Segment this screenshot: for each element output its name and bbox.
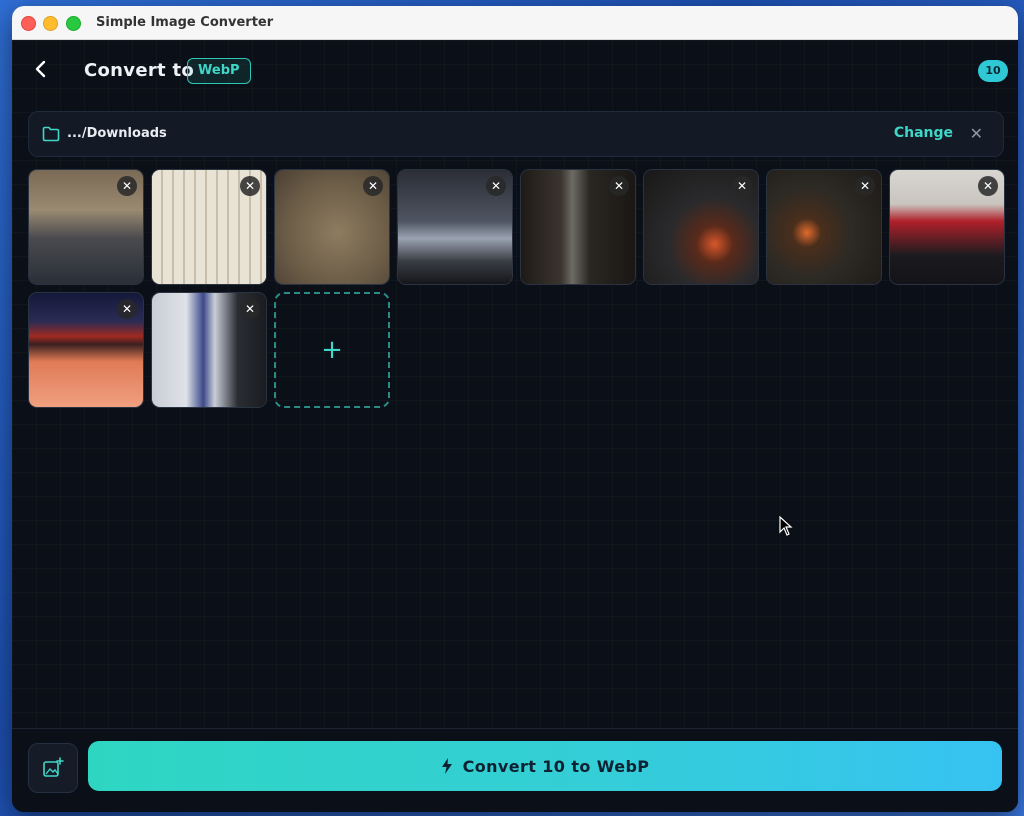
mouse-cursor-icon bbox=[779, 516, 793, 536]
image-thumbnail[interactable]: ✕ bbox=[889, 169, 1005, 285]
chevron-left-icon bbox=[35, 60, 46, 78]
image-thumbnail[interactable]: ✕ bbox=[397, 169, 513, 285]
image-thumbnail[interactable]: ✕ bbox=[520, 169, 636, 285]
remove-image-button[interactable]: ✕ bbox=[486, 176, 506, 196]
lightning-icon bbox=[441, 758, 452, 774]
folder-icon bbox=[42, 126, 60, 142]
remove-image-button[interactable]: ✕ bbox=[732, 176, 752, 196]
close-window-button[interactable] bbox=[21, 16, 36, 31]
minimize-window-button[interactable] bbox=[43, 16, 58, 31]
main-content: Convert to WebP 10 .../Downloads Change … bbox=[12, 40, 1018, 812]
window-title: Simple Image Converter bbox=[96, 15, 274, 30]
remove-image-button[interactable]: ✕ bbox=[117, 176, 137, 196]
remove-image-button[interactable]: ✕ bbox=[855, 176, 875, 196]
convert-button[interactable]: Convert 10 to WebP bbox=[88, 741, 1002, 791]
remove-image-button[interactable]: ✕ bbox=[363, 176, 383, 196]
back-button[interactable] bbox=[30, 58, 52, 80]
image-thumbnail[interactable]: ✕ bbox=[151, 169, 267, 285]
image-count-badge: 10 bbox=[978, 60, 1008, 82]
image-thumbnail[interactable]: ✕ bbox=[151, 292, 267, 408]
app-window: Simple Image Converter Convert to WebP 1… bbox=[12, 6, 1018, 812]
remove-image-button[interactable]: ✕ bbox=[240, 176, 260, 196]
page-title: Convert to bbox=[84, 60, 195, 81]
change-folder-button[interactable]: Change bbox=[894, 125, 953, 141]
output-folder-bar: .../Downloads Change ✕ bbox=[28, 111, 1004, 157]
title-bar: Simple Image Converter bbox=[12, 6, 1018, 40]
remove-image-button[interactable]: ✕ bbox=[609, 176, 629, 196]
footer-bar: Convert 10 to WebP bbox=[12, 728, 1018, 812]
image-thumbnail[interactable]: ✕ bbox=[766, 169, 882, 285]
image-thumbnail[interactable]: ✕ bbox=[643, 169, 759, 285]
image-thumbnail[interactable]: ✕ bbox=[28, 292, 144, 408]
convert-button-label: Convert 10 to WebP bbox=[462, 756, 650, 776]
folder-path: .../Downloads bbox=[67, 126, 167, 141]
image-thumbnail[interactable]: ✕ bbox=[274, 169, 390, 285]
image-thumbnail[interactable]: ✕ bbox=[28, 169, 144, 285]
add-photo-icon bbox=[43, 757, 64, 777]
format-selector[interactable]: WebP bbox=[187, 58, 251, 84]
add-images-button[interactable] bbox=[28, 743, 78, 793]
remove-image-button[interactable]: ✕ bbox=[240, 299, 260, 319]
remove-image-button[interactable]: ✕ bbox=[117, 299, 137, 319]
zoom-window-button[interactable] bbox=[66, 16, 81, 31]
add-image-tile[interactable]: + bbox=[274, 292, 390, 408]
clear-folder-button[interactable]: ✕ bbox=[970, 125, 983, 143]
remove-image-button[interactable]: ✕ bbox=[978, 176, 998, 196]
